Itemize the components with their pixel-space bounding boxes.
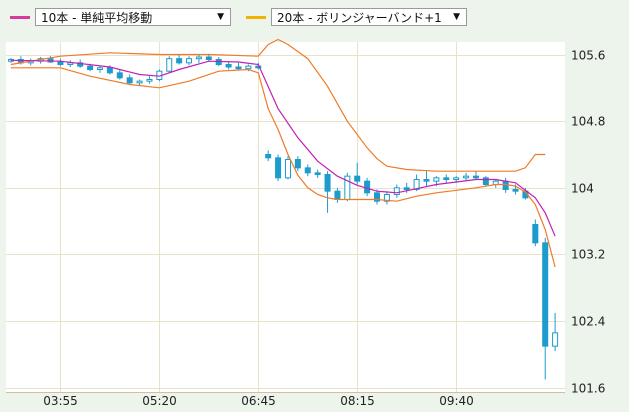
candle-body [443,177,450,180]
candle-body [304,167,311,174]
candle-body [87,65,94,70]
candle-body [334,190,341,201]
y-tick-label: 101.6 [571,382,605,396]
candle-body [106,67,113,74]
candle-body [265,154,272,159]
candle-body [186,58,193,64]
candle-body [57,61,64,65]
x-axis: 03:55 05:20 06:45 08:15 09:40 [43,394,474,408]
candle-body [146,79,153,82]
x-tick-label: 08:15 [340,394,375,408]
candle-body [324,174,331,192]
y-tick-label: 103.2 [571,248,605,262]
candle-body [393,187,400,195]
candle-body [294,159,301,169]
candle-body [195,56,202,60]
y-tick-label: 105.6 [571,49,605,63]
price-chart[interactable]: 105.6104.8104103.2102.4101.6 03:55 05:20 0… [0,0,629,412]
x-tick-label: 06:45 [241,394,276,408]
candle-body [245,65,252,70]
candle-body [532,224,539,244]
y-axis: 105.6 104.8 104 103.2 102.4 101.6 [571,49,605,396]
y-tick-label: 104.8 [571,115,605,129]
candle-body [433,177,440,182]
candle-body [166,58,173,72]
candle-body [364,180,371,194]
y-tick-label: 104 [571,182,594,196]
candle-body [453,177,460,180]
candle-body [552,332,559,347]
candle-body [472,175,479,179]
candle-body [116,72,123,79]
candle-body [284,159,291,179]
y-tick-label: 102.4 [571,315,605,329]
x-tick-label: 05:20 [142,394,177,408]
plot-area [6,42,565,392]
candle-body [403,187,410,190]
candle-body [126,77,133,84]
candle-body [354,175,361,182]
x-tick-label: 03:55 [43,394,78,408]
candle-body [512,189,519,192]
candle-body [176,58,183,64]
candle-body [463,175,470,179]
x-tick-label: 09:40 [439,394,474,408]
candle-body [423,179,430,182]
candle-body [205,56,212,60]
candle-body [275,157,282,179]
candle-body [96,67,103,71]
candle-body [542,242,549,347]
candle-body [482,177,489,185]
candle-body [136,80,143,84]
candle-body [314,172,321,175]
candle-body [235,66,242,70]
candle-body [225,64,232,68]
